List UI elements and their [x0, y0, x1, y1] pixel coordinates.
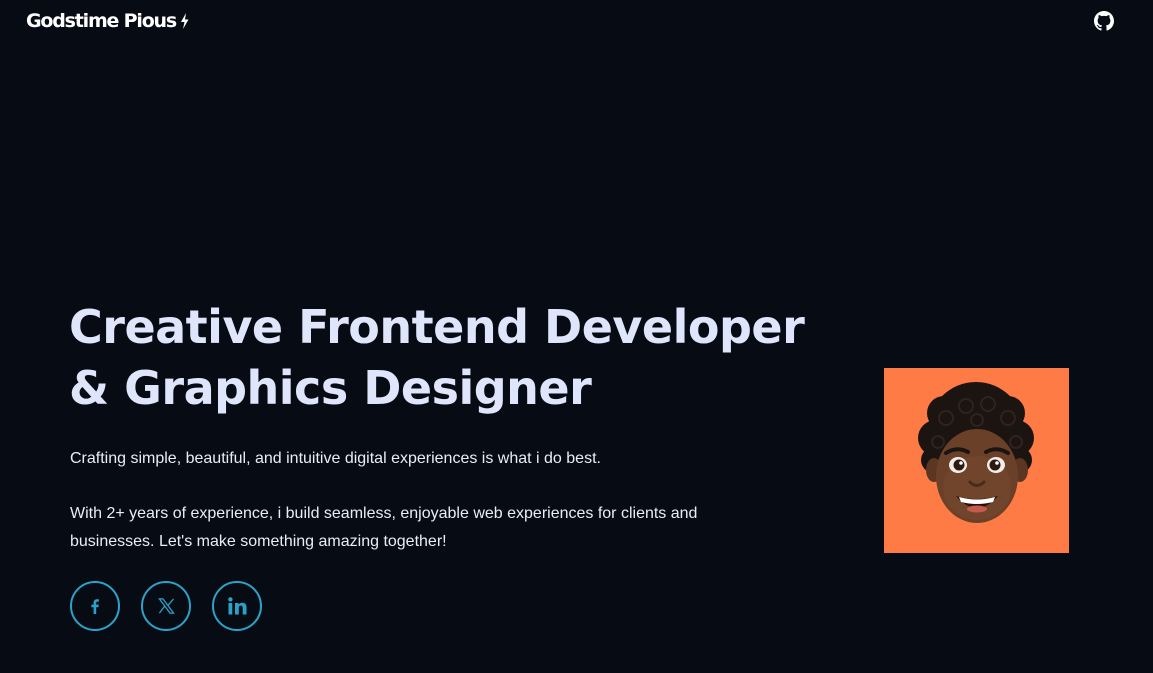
x-twitter-link-button[interactable]: [141, 581, 191, 631]
linkedin-link-button[interactable]: [212, 581, 262, 631]
hero-tagline: Crafting simple, beautiful, and intuitiv…: [70, 450, 601, 467]
github-icon[interactable]: [1094, 11, 1114, 31]
facebook-icon: [91, 598, 99, 614]
linkedin-icon: [227, 597, 246, 615]
hero-bio: With 2+ years of experience, i build sea…: [70, 505, 698, 550]
x-twitter-icon: [157, 598, 175, 614]
page: Godstime Pious Creative Frontend Develop…: [0, 0, 1153, 673]
brand-logo-link[interactable]: Godstime Pious: [26, 9, 190, 33]
facebook-link-button[interactable]: [70, 581, 120, 631]
lightning-bolt-icon: [179, 12, 190, 30]
top-nav: Godstime Pious: [0, 0, 1153, 42]
hero-title-line-2: & Graphics Designer: [69, 361, 592, 415]
profile-avatar: [884, 368, 1069, 553]
hero-title: Creative Frontend Developer & Graphics D…: [69, 297, 805, 419]
social-links: [70, 581, 262, 631]
memoji-avatar: [884, 368, 1069, 553]
hero-title-line-1: Creative Frontend Developer: [69, 300, 805, 354]
brand-name: Godstime Pious: [26, 10, 177, 32]
